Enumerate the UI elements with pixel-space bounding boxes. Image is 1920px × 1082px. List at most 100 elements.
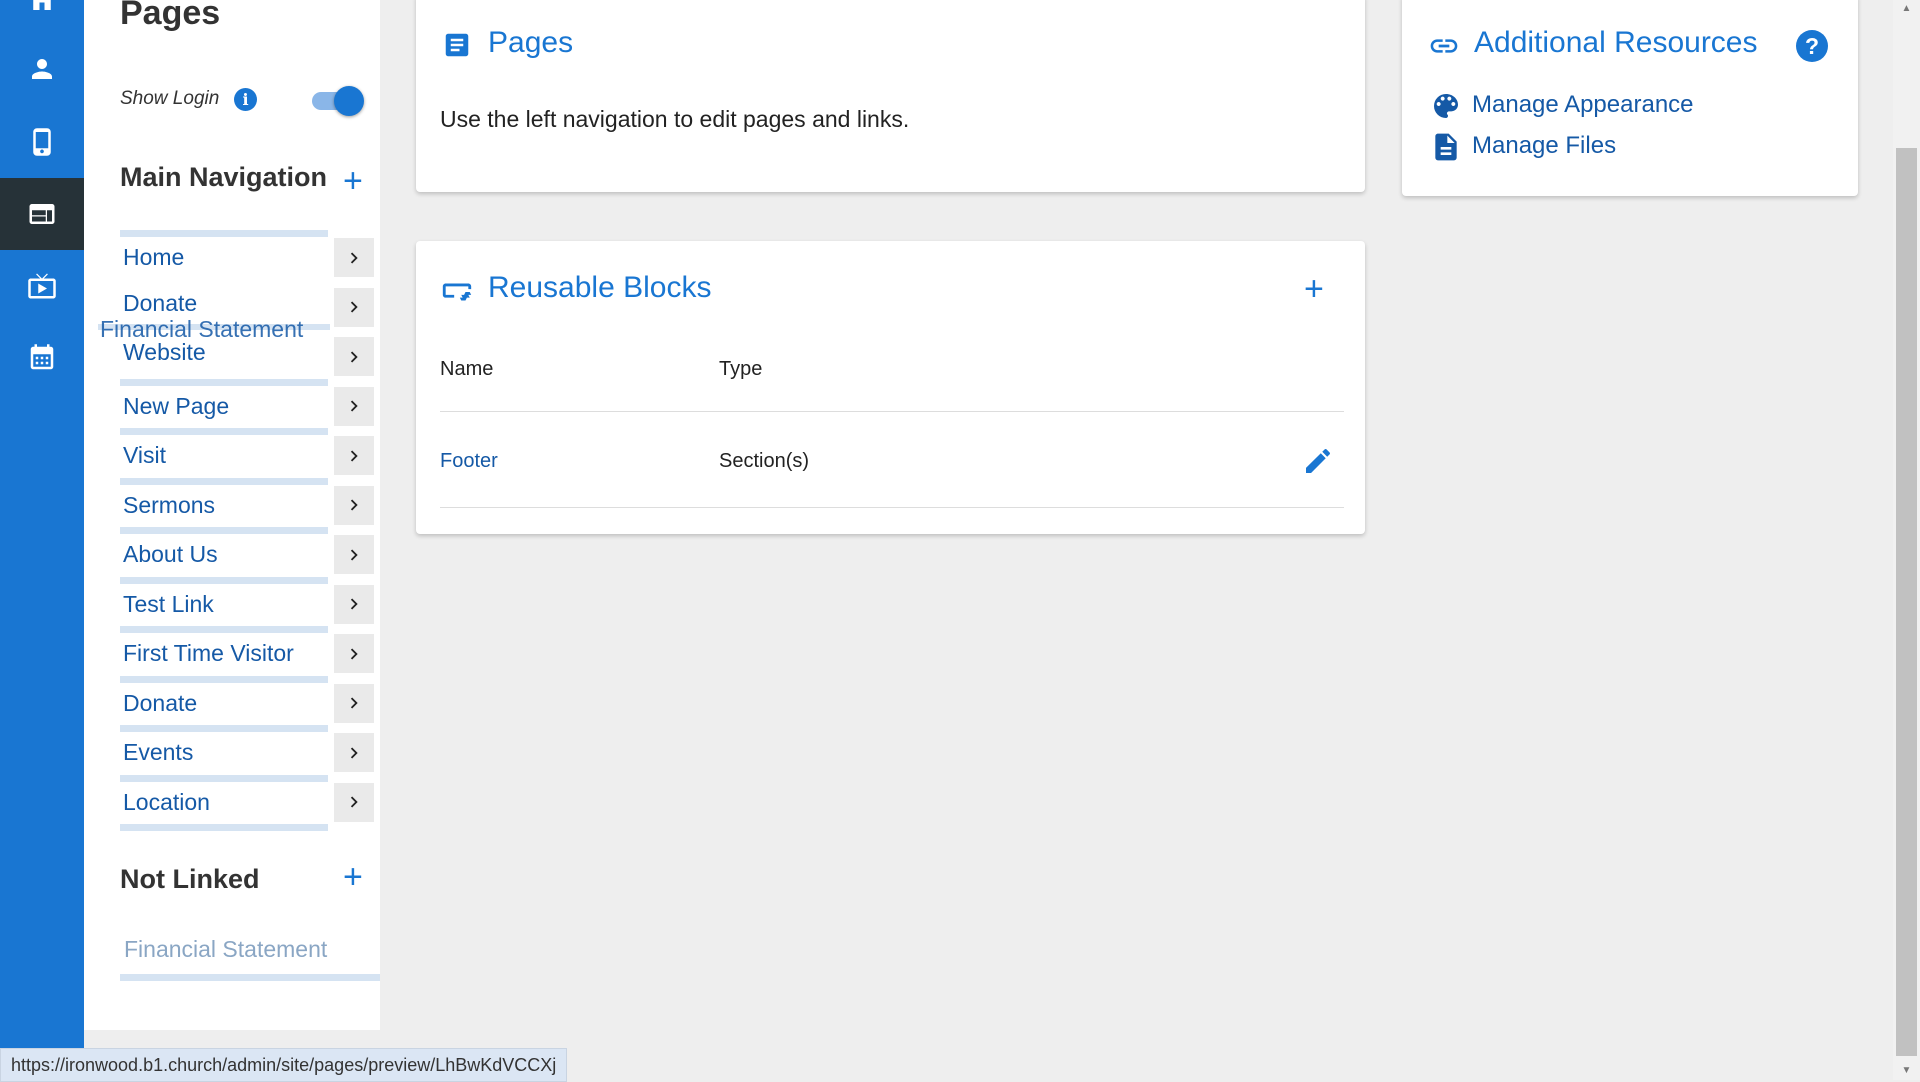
app-rail	[0, 0, 84, 1080]
nav-item[interactable]: Location	[120, 774, 380, 825]
expand-nav-item-button[interactable]	[334, 733, 374, 772]
scrollbar-thumb[interactable]	[1896, 148, 1917, 1056]
nav-item[interactable]: About Us	[120, 527, 380, 577]
link-preview-status-bar: https://ironwood.b1.church/admin/site/pa…	[0, 1048, 568, 1082]
nav-item[interactable]: Test Link	[120, 576, 380, 627]
additional-resources-title: Additional Resources	[1474, 26, 1758, 59]
nav-item[interactable]: Events	[120, 725, 380, 775]
nav-item-divider	[120, 774, 328, 782]
nav-item-label[interactable]: Sermons	[123, 492, 215, 519]
nav-item-divider	[120, 675, 328, 683]
show-login-toggle[interactable]	[310, 86, 364, 116]
chevron-right-icon	[350, 351, 358, 362]
expand-nav-item-button[interactable]	[334, 782, 374, 822]
chevron-right-icon	[350, 747, 358, 758]
nav-item-label[interactable]: Donate	[123, 290, 197, 317]
nav-item-label[interactable]: Location	[123, 789, 210, 816]
add-main-nav-button[interactable]: +	[343, 164, 363, 198]
nav-item-divider	[120, 527, 328, 534]
expand-nav-item-button[interactable]	[334, 535, 374, 574]
chevron-right-icon	[350, 598, 358, 610]
unlinked-item-divider	[120, 974, 380, 981]
pages-card-title: Pages	[488, 26, 574, 59]
page-scrollbar[interactable]: ▲ ▼	[1893, 0, 1920, 1080]
scroll-up-arrow-icon[interactable]: ▲	[1893, 0, 1920, 16]
scroll-down-arrow-icon[interactable]: ▼	[1893, 1062, 1920, 1078]
nav-item-label[interactable]: New Page	[123, 393, 229, 420]
manage-appearance-link[interactable]: Manage Appearance	[1472, 91, 1694, 119]
nav-item-divider	[120, 477, 328, 485]
nav-item-divider	[120, 378, 328, 386]
nav-item-label[interactable]: About Us	[123, 541, 218, 568]
blocks-icon	[440, 275, 474, 309]
nav-item-label[interactable]: Events	[123, 739, 193, 766]
nav-item-label[interactable]: Donate	[123, 690, 197, 717]
rail-item-sermons[interactable]	[0, 250, 84, 322]
chevron-right-icon	[350, 499, 358, 511]
nav-item-label[interactable]: Website	[123, 339, 206, 366]
expand-nav-item-button[interactable]	[334, 287, 374, 327]
reusable-blocks-title: Reusable Blocks	[488, 271, 712, 304]
nav-item[interactable]: First Time Visitor	[120, 626, 380, 676]
not-linked-heading: Not Linked	[120, 864, 260, 894]
expand-nav-item-button[interactable]	[334, 634, 374, 673]
rail-item-dashboard[interactable]	[0, 0, 84, 36]
expand-nav-item-button[interactable]	[334, 584, 374, 624]
chevron-right-icon	[350, 697, 358, 709]
manage-files-link[interactable]: Manage Files	[1472, 132, 1616, 160]
expand-nav-item-button[interactable]	[334, 337, 374, 376]
rail-item-people[interactable]	[0, 33, 84, 105]
main-navigation-heading: Main Navigation	[120, 162, 328, 192]
column-header-name: Name	[440, 358, 494, 380]
unlinked-page-label[interactable]: Financial Statement	[124, 936, 327, 963]
expand-nav-item-button[interactable]	[334, 683, 374, 723]
nav-item-label[interactable]: Test Link	[123, 591, 214, 618]
block-type: Section(s)	[719, 450, 810, 472]
article-icon	[442, 30, 472, 60]
nav-item-divider	[120, 824, 328, 831]
nav-item[interactable]: New Page	[120, 378, 380, 429]
help-icon[interactable]: ?	[1796, 30, 1828, 62]
nav-item-label[interactable]: First Time Visitor	[123, 640, 294, 667]
block-name-link[interactable]: Footer	[440, 450, 498, 473]
column-header-type: Type	[719, 358, 763, 380]
nav-item-label[interactable]: Visit	[123, 442, 166, 469]
nav-item[interactable]: Visit	[120, 428, 380, 478]
chevron-right-icon	[350, 648, 358, 659]
web-icon	[29, 204, 55, 224]
nav-item-label[interactable]: Home	[123, 244, 184, 271]
palette-icon	[1430, 90, 1462, 122]
home-icon	[29, 0, 55, 10]
table-divider	[440, 507, 1344, 508]
expand-nav-item-button[interactable]	[334, 485, 374, 525]
expand-nav-item-button[interactable]	[334, 238, 374, 277]
file-icon	[1430, 131, 1462, 163]
dragging-nav-item[interactable]: Financial Statement	[100, 316, 303, 343]
add-block-button[interactable]: +	[1304, 272, 1324, 306]
nav-item[interactable]: Home	[120, 230, 380, 280]
nav-item[interactable]: Donate	[120, 675, 380, 726]
reusable-blocks-card: Reusable Blocks + Name Type Footer Secti…	[416, 241, 1365, 534]
nav-item-divider	[120, 626, 328, 633]
sidebar-title: Pages	[120, 0, 221, 32]
live-tv-icon	[28, 273, 56, 299]
nav-list-end	[120, 824, 380, 834]
table-divider	[440, 411, 1344, 412]
info-icon[interactable]: i	[234, 88, 257, 111]
chevron-right-icon	[350, 252, 358, 263]
chevron-right-icon	[350, 796, 358, 808]
pages-sidebar: Pages Show Login i Main Navigation + Hom…	[84, 0, 380, 1030]
nav-item[interactable]: Sermons	[120, 477, 380, 528]
add-unlinked-page-button[interactable]: +	[343, 860, 363, 894]
rail-item-website[interactable]	[0, 178, 84, 250]
expand-nav-item-button[interactable]	[334, 386, 374, 426]
chevron-right-icon	[350, 301, 358, 313]
expand-nav-item-button[interactable]	[334, 436, 374, 475]
edit-pencil-icon[interactable]	[1302, 445, 1334, 477]
additional-resources-card: Additional Resources ? Manage Appearance…	[1402, 0, 1858, 196]
chevron-right-icon	[350, 549, 358, 560]
rail-item-mobile[interactable]	[0, 106, 84, 178]
rail-item-calendar[interactable]	[0, 322, 84, 394]
calendar-icon	[30, 344, 54, 370]
chevron-right-icon	[350, 450, 358, 461]
